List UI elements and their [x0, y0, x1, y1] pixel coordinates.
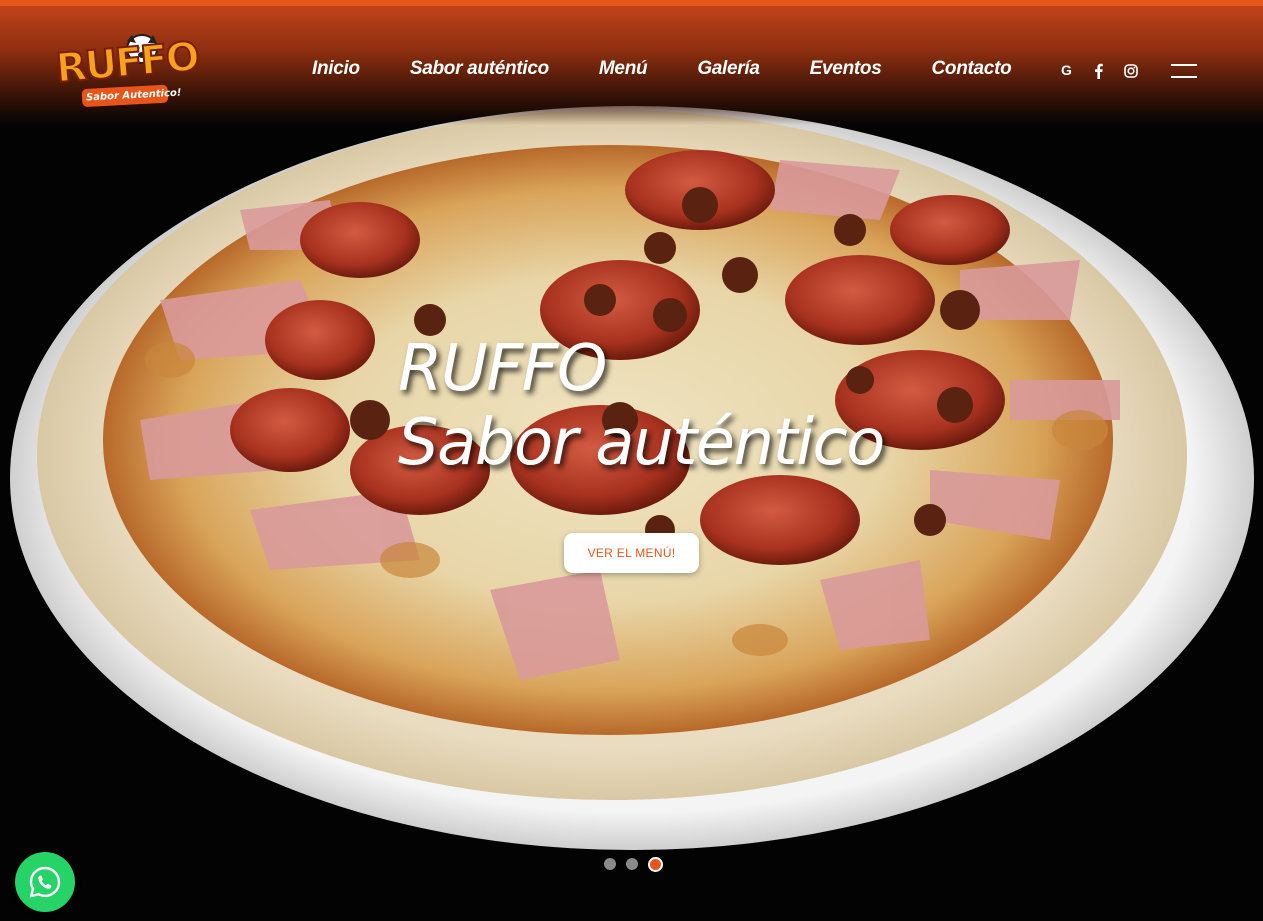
google-icon[interactable]: G [1061, 62, 1072, 78]
top-accent-stripe [0, 0, 1263, 6]
logo-wordmark: RUFFO [53, 33, 200, 93]
instagram-icon[interactable] [1124, 64, 1138, 78]
slide-dot-3-active[interactable] [648, 856, 663, 872]
ruffo-logo[interactable]: RUFFO Sabor Autentico! [52, 33, 201, 109]
hero-title: RUFFO Sabor auténtico [398, 332, 885, 480]
whatsapp-icon [29, 866, 61, 898]
nav-item-menu[interactable]: Menú [599, 58, 648, 84]
ver-el-menu-button[interactable]: VER EL MENÚ! [564, 533, 699, 573]
nav-item-eventos[interactable]: Eventos [810, 58, 882, 84]
hamburger-menu-icon[interactable] [1171, 64, 1197, 79]
main-nav: Inicio Sabor auténtico Menú Galería Even… [312, 58, 1061, 84]
google-glyph: G [1061, 62, 1072, 78]
nav-item-sabor-autentico[interactable]: Sabor auténtico [410, 58, 549, 84]
nav-item-inicio[interactable]: Inicio [312, 58, 360, 84]
slide-dot-2[interactable] [626, 858, 638, 870]
facebook-icon[interactable] [1094, 63, 1103, 79]
hero-title-line1: RUFFO [398, 332, 607, 406]
slider-pagination [604, 856, 673, 872]
hero-title-line2: Sabor auténtico [398, 406, 885, 480]
whatsapp-button[interactable] [15, 852, 75, 912]
nav-item-contacto[interactable]: Contacto [931, 58, 1011, 84]
slide-dot-1[interactable] [604, 858, 616, 870]
nav-item-galeria[interactable]: Galería [697, 58, 760, 84]
